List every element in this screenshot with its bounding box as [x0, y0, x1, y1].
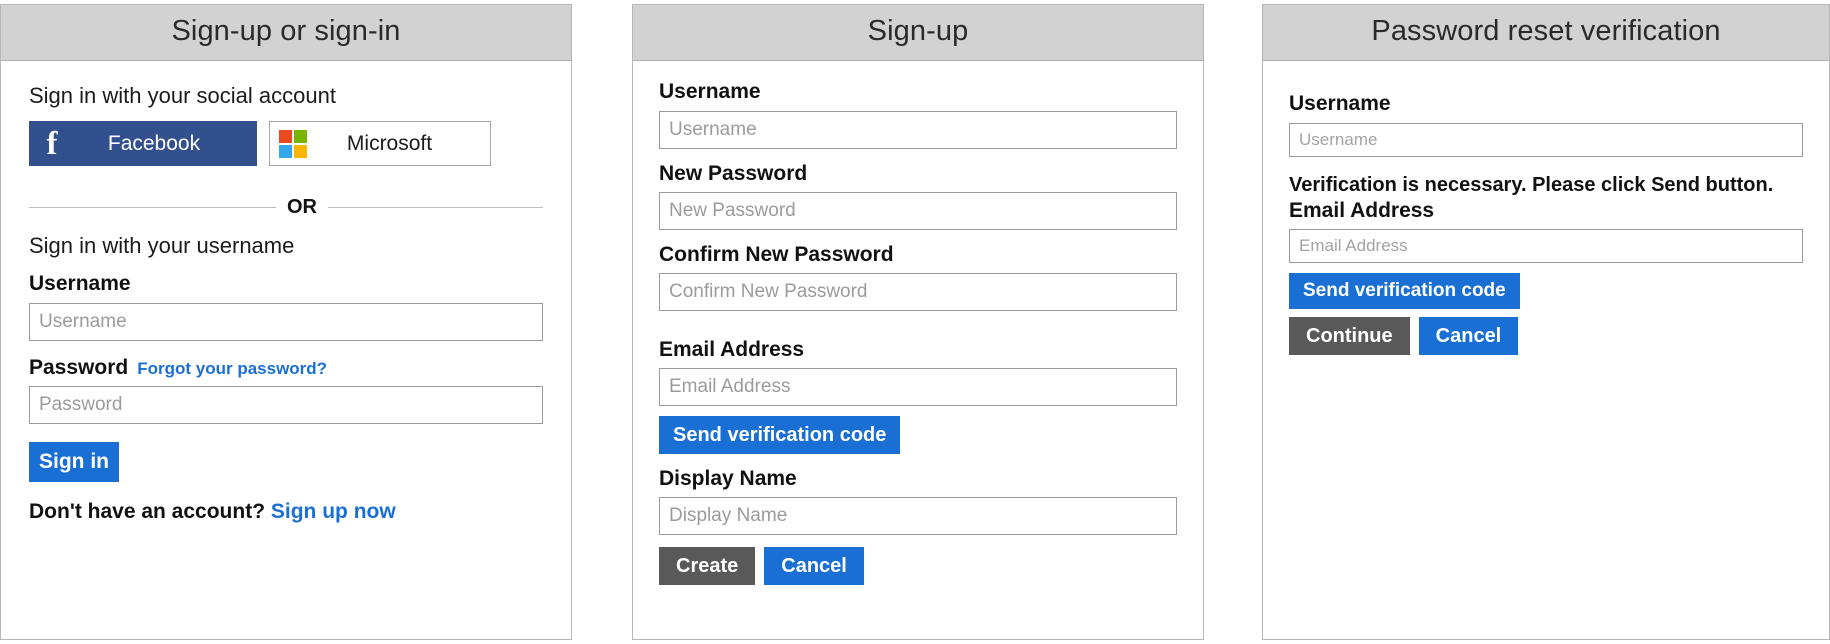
signup-email-input[interactable] [659, 368, 1177, 407]
facebook-icon: f [46, 126, 58, 163]
panel-title-sign-up: Sign-up [633, 5, 1203, 62]
microsoft-button-label: Microsoft [346, 131, 433, 155]
display-name-input[interactable] [659, 497, 1177, 536]
username-label: Username [29, 272, 131, 296]
facebook-button-label: Facebook [107, 131, 201, 155]
continue-button[interactable]: Continue [1289, 316, 1410, 355]
panel-sign-up: Sign-up Username New Password Confirm Ne… [632, 4, 1204, 640]
reset-actions-row: Continue Cancel [1289, 316, 1803, 355]
panel-title-sign-up-or-sign-in: Sign-up or sign-in [1, 5, 571, 62]
divider-line-left [29, 207, 276, 209]
sign-up-now-link[interactable]: Sign up now [271, 500, 396, 523]
divider-line-right [328, 207, 543, 209]
signup-username-label: Username [659, 80, 761, 104]
forgot-password-link[interactable]: Forgot your password? [137, 359, 327, 379]
microsoft-signin-button[interactable]: Microsoft [269, 121, 491, 167]
reset-send-verification-code-button[interactable]: Send verification code [1289, 272, 1520, 309]
sign-in-button[interactable]: Sign in [29, 441, 119, 482]
signup-email-label: Email Address [659, 337, 805, 361]
no-account-text: Don't have an account? [29, 499, 266, 523]
social-account-heading: Sign in with your social account [29, 83, 336, 109]
screenshot-root: Sign-up or sign-in Sign in with your soc… [0, 0, 1830, 644]
or-divider: OR [29, 196, 543, 219]
signup-username-input[interactable] [659, 110, 1177, 149]
username-input[interactable] [29, 302, 543, 341]
password-label: Password [29, 355, 129, 379]
panel-password-reset-verification: Password reset verification Username Ver… [1262, 4, 1830, 640]
confirm-new-password-input[interactable] [659, 272, 1177, 311]
reset-email-input[interactable] [1289, 228, 1803, 263]
confirm-new-password-label: Confirm New Password [659, 242, 894, 266]
reset-cancel-button[interactable]: Cancel [1418, 316, 1519, 355]
reset-username-input[interactable] [1289, 122, 1803, 157]
facebook-signin-button[interactable]: f Facebook [29, 121, 257, 167]
signup-cancel-button[interactable]: Cancel [764, 547, 864, 586]
username-signin-heading: Sign in with your username [29, 233, 295, 259]
create-button[interactable]: Create [659, 547, 756, 586]
new-password-input[interactable] [659, 191, 1177, 230]
verification-note: Verification is necessary. Please click … [1289, 173, 1774, 196]
microsoft-icon [279, 129, 307, 158]
no-account-row: Don't have an account? Sign up now [29, 500, 543, 524]
new-password-label: New Password [659, 161, 808, 185]
password-label-row: Password Forgot your password? [29, 355, 543, 380]
password-input[interactable] [29, 385, 543, 424]
panel-title-password-reset-verification: Password reset verification [1263, 5, 1829, 62]
divider-label: OR [287, 196, 317, 219]
panel-sign-up-or-sign-in: Sign-up or sign-in Sign in with your soc… [0, 4, 572, 640]
reset-email-label: Email Address [1289, 198, 1435, 222]
display-name-label: Display Name [659, 467, 797, 491]
reset-username-label: Username [1289, 92, 1391, 116]
social-buttons-row: f Facebook Microsoft [29, 121, 543, 167]
panel-body-sign-up: Username New Password Confirm New Passwo… [633, 61, 1203, 586]
panel-body-password-reset: Username Verification is necessary. Plea… [1263, 61, 1829, 355]
send-verification-code-button[interactable]: Send verification code [659, 416, 901, 455]
panel-body-sign-in: Sign in with your social account f Faceb… [1, 61, 571, 523]
signup-actions-row: Create Cancel [659, 547, 1177, 586]
